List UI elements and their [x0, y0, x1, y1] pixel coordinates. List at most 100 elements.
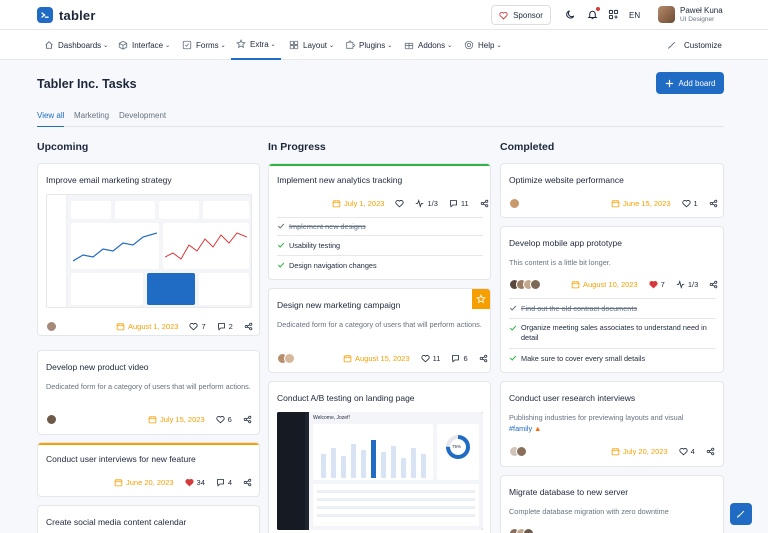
- task-card[interactable]: Develop mobile app prototype This conten…: [500, 226, 724, 373]
- brand-name: tabler: [59, 7, 96, 23]
- nav-dashboards[interactable]: Dashboards ⌄: [44, 30, 108, 60]
- heart-icon[interactable]: [395, 199, 405, 208]
- task-card[interactable]: Conduct A/B testing on landing page Welc…: [268, 381, 491, 533]
- hashtag-link[interactable]: #family: [509, 424, 532, 433]
- chevron-down-icon: ⌄: [270, 41, 276, 48]
- checklist-text: Design navigation changes: [289, 261, 377, 270]
- chevron-down-icon: ⌄: [220, 42, 226, 49]
- user-name[interactable]: Paweł Kuna: [680, 6, 723, 15]
- checklist-item[interactable]: Make sure to cover every small details: [509, 354, 645, 364]
- share-icon[interactable]: [706, 447, 715, 456]
- share-icon[interactable]: [709, 199, 718, 208]
- divider: [277, 255, 483, 256]
- task-card[interactable]: Optimize website performance June 15, 20…: [500, 163, 724, 218]
- task-card[interactable]: Develop new product video Dedicated form…: [37, 350, 260, 435]
- due-date: June 20, 2023: [126, 478, 174, 487]
- avatar[interactable]: [523, 528, 534, 533]
- message-icon[interactable]: [451, 354, 460, 363]
- share-icon[interactable]: [479, 354, 488, 363]
- checklist-item[interactable]: Usability testing: [277, 241, 340, 251]
- avatar[interactable]: [46, 414, 57, 425]
- due-date: July 1, 2023: [344, 199, 385, 208]
- user-avatar[interactable]: [658, 6, 675, 23]
- heart-filled-icon[interactable]: [649, 280, 658, 289]
- likes-count: 34: [196, 478, 205, 487]
- main-navbar: Dashboards ⌄ Interface ⌄ Forms ⌄ Extra ⌄ Lay…: [0, 30, 768, 60]
- task-card[interactable]: Create social media content calendar: [37, 505, 260, 533]
- avatar[interactable]: [530, 279, 541, 290]
- avatar[interactable]: [284, 353, 295, 364]
- message-icon[interactable]: [216, 478, 225, 487]
- nav-extra[interactable]: Extra ⌄: [231, 30, 281, 60]
- task-card[interactable]: Conduct user research interviews Publish…: [500, 381, 724, 467]
- nav-plugins[interactable]: Plugins ⌄: [345, 30, 392, 60]
- nav-addons[interactable]: Addons ⌄: [404, 30, 452, 60]
- message-icon[interactable]: [217, 322, 226, 331]
- card-meta: August 15, 2023 11 6: [343, 354, 488, 363]
- tab-development[interactable]: Development: [119, 111, 166, 120]
- tab-marketing[interactable]: Marketing: [74, 111, 109, 120]
- share-icon[interactable]: [243, 415, 252, 424]
- check-icon: [509, 325, 517, 331]
- likes-count: 7: [660, 280, 665, 289]
- divider: [509, 298, 716, 299]
- task-card[interactable]: Implement new analytics tracking July 1,…: [268, 163, 491, 280]
- message-icon[interactable]: [449, 199, 458, 208]
- language-selector[interactable]: EN: [629, 11, 640, 20]
- share-icon[interactable]: [244, 322, 253, 331]
- task-card[interactable]: Conduct user interviews for new feature …: [37, 442, 260, 497]
- tabler-logo-icon: [37, 7, 53, 23]
- theme-settings-button[interactable]: [730, 503, 752, 525]
- sponsor-button[interactable]: Sponsor: [491, 5, 551, 25]
- divider: [509, 348, 716, 349]
- nav-customize[interactable]: Customize: [667, 30, 722, 60]
- share-icon[interactable]: [709, 280, 718, 289]
- check-icon: [509, 355, 517, 361]
- checklist-item[interactable]: Find out the old contract documents: [509, 304, 637, 314]
- avatar[interactable]: [516, 446, 527, 457]
- nav-forms[interactable]: Forms ⌄: [182, 30, 226, 60]
- nav-layout[interactable]: Layout ⌄: [289, 30, 334, 60]
- tab-view-all[interactable]: View all: [37, 111, 64, 120]
- apps-icon[interactable]: [608, 9, 619, 20]
- checklist-item[interactable]: Organize meeting sales associates to und…: [509, 323, 714, 343]
- nav-label: Customize: [684, 40, 722, 50]
- task-card[interactable]: Improve email marketing strategy August …: [37, 163, 260, 336]
- checklist-text: Find out the old contract documents: [521, 304, 638, 313]
- card-description: Publishing industries for previewing lay…: [509, 412, 715, 434]
- divider: [277, 217, 483, 218]
- brand-logo[interactable]: tabler: [37, 7, 96, 23]
- check-icon: [509, 305, 517, 311]
- checklist-item[interactable]: Design navigation changes: [277, 261, 377, 271]
- moon-icon[interactable]: [565, 9, 576, 20]
- calendar-icon: [116, 323, 125, 331]
- nav-help[interactable]: Help ⌄: [464, 30, 501, 60]
- calendar-icon: [332, 200, 341, 208]
- share-icon[interactable]: [480, 199, 489, 208]
- calendar-icon: [611, 448, 620, 456]
- add-board-button[interactable]: Add board: [656, 72, 724, 94]
- status-bar: [269, 164, 490, 166]
- heart-filled-icon[interactable]: [184, 478, 194, 487]
- sponsor-label: Sponsor: [513, 10, 543, 20]
- heart-icon[interactable]: [681, 199, 691, 208]
- card-title: Conduct user research interviews: [509, 393, 636, 403]
- likes-count: 6: [227, 415, 232, 424]
- heart-icon[interactable]: [421, 354, 430, 363]
- comments-count: 4: [227, 478, 233, 487]
- card-meta: August 1, 2023 7 2: [116, 322, 253, 331]
- chevron-down-icon: ⌄: [447, 42, 453, 49]
- comments-count: 6: [463, 354, 468, 363]
- heart-icon[interactable]: [216, 415, 225, 424]
- task-card[interactable]: Design new marketing campaign Dedicated …: [268, 288, 491, 373]
- avatar[interactable]: [509, 198, 520, 209]
- heart-icon[interactable]: [189, 322, 199, 331]
- checklist-item[interactable]: Implement new designs: [277, 222, 366, 232]
- task-card[interactable]: Migrate database to new server Complete …: [500, 475, 724, 533]
- heart-icon[interactable]: [679, 447, 688, 456]
- calendar-icon: [114, 479, 123, 487]
- avatar[interactable]: [46, 321, 57, 332]
- share-icon[interactable]: [243, 478, 252, 487]
- nav-interface[interactable]: Interface ⌄: [118, 30, 170, 60]
- column-title-in-progress: In Progress: [268, 141, 326, 153]
